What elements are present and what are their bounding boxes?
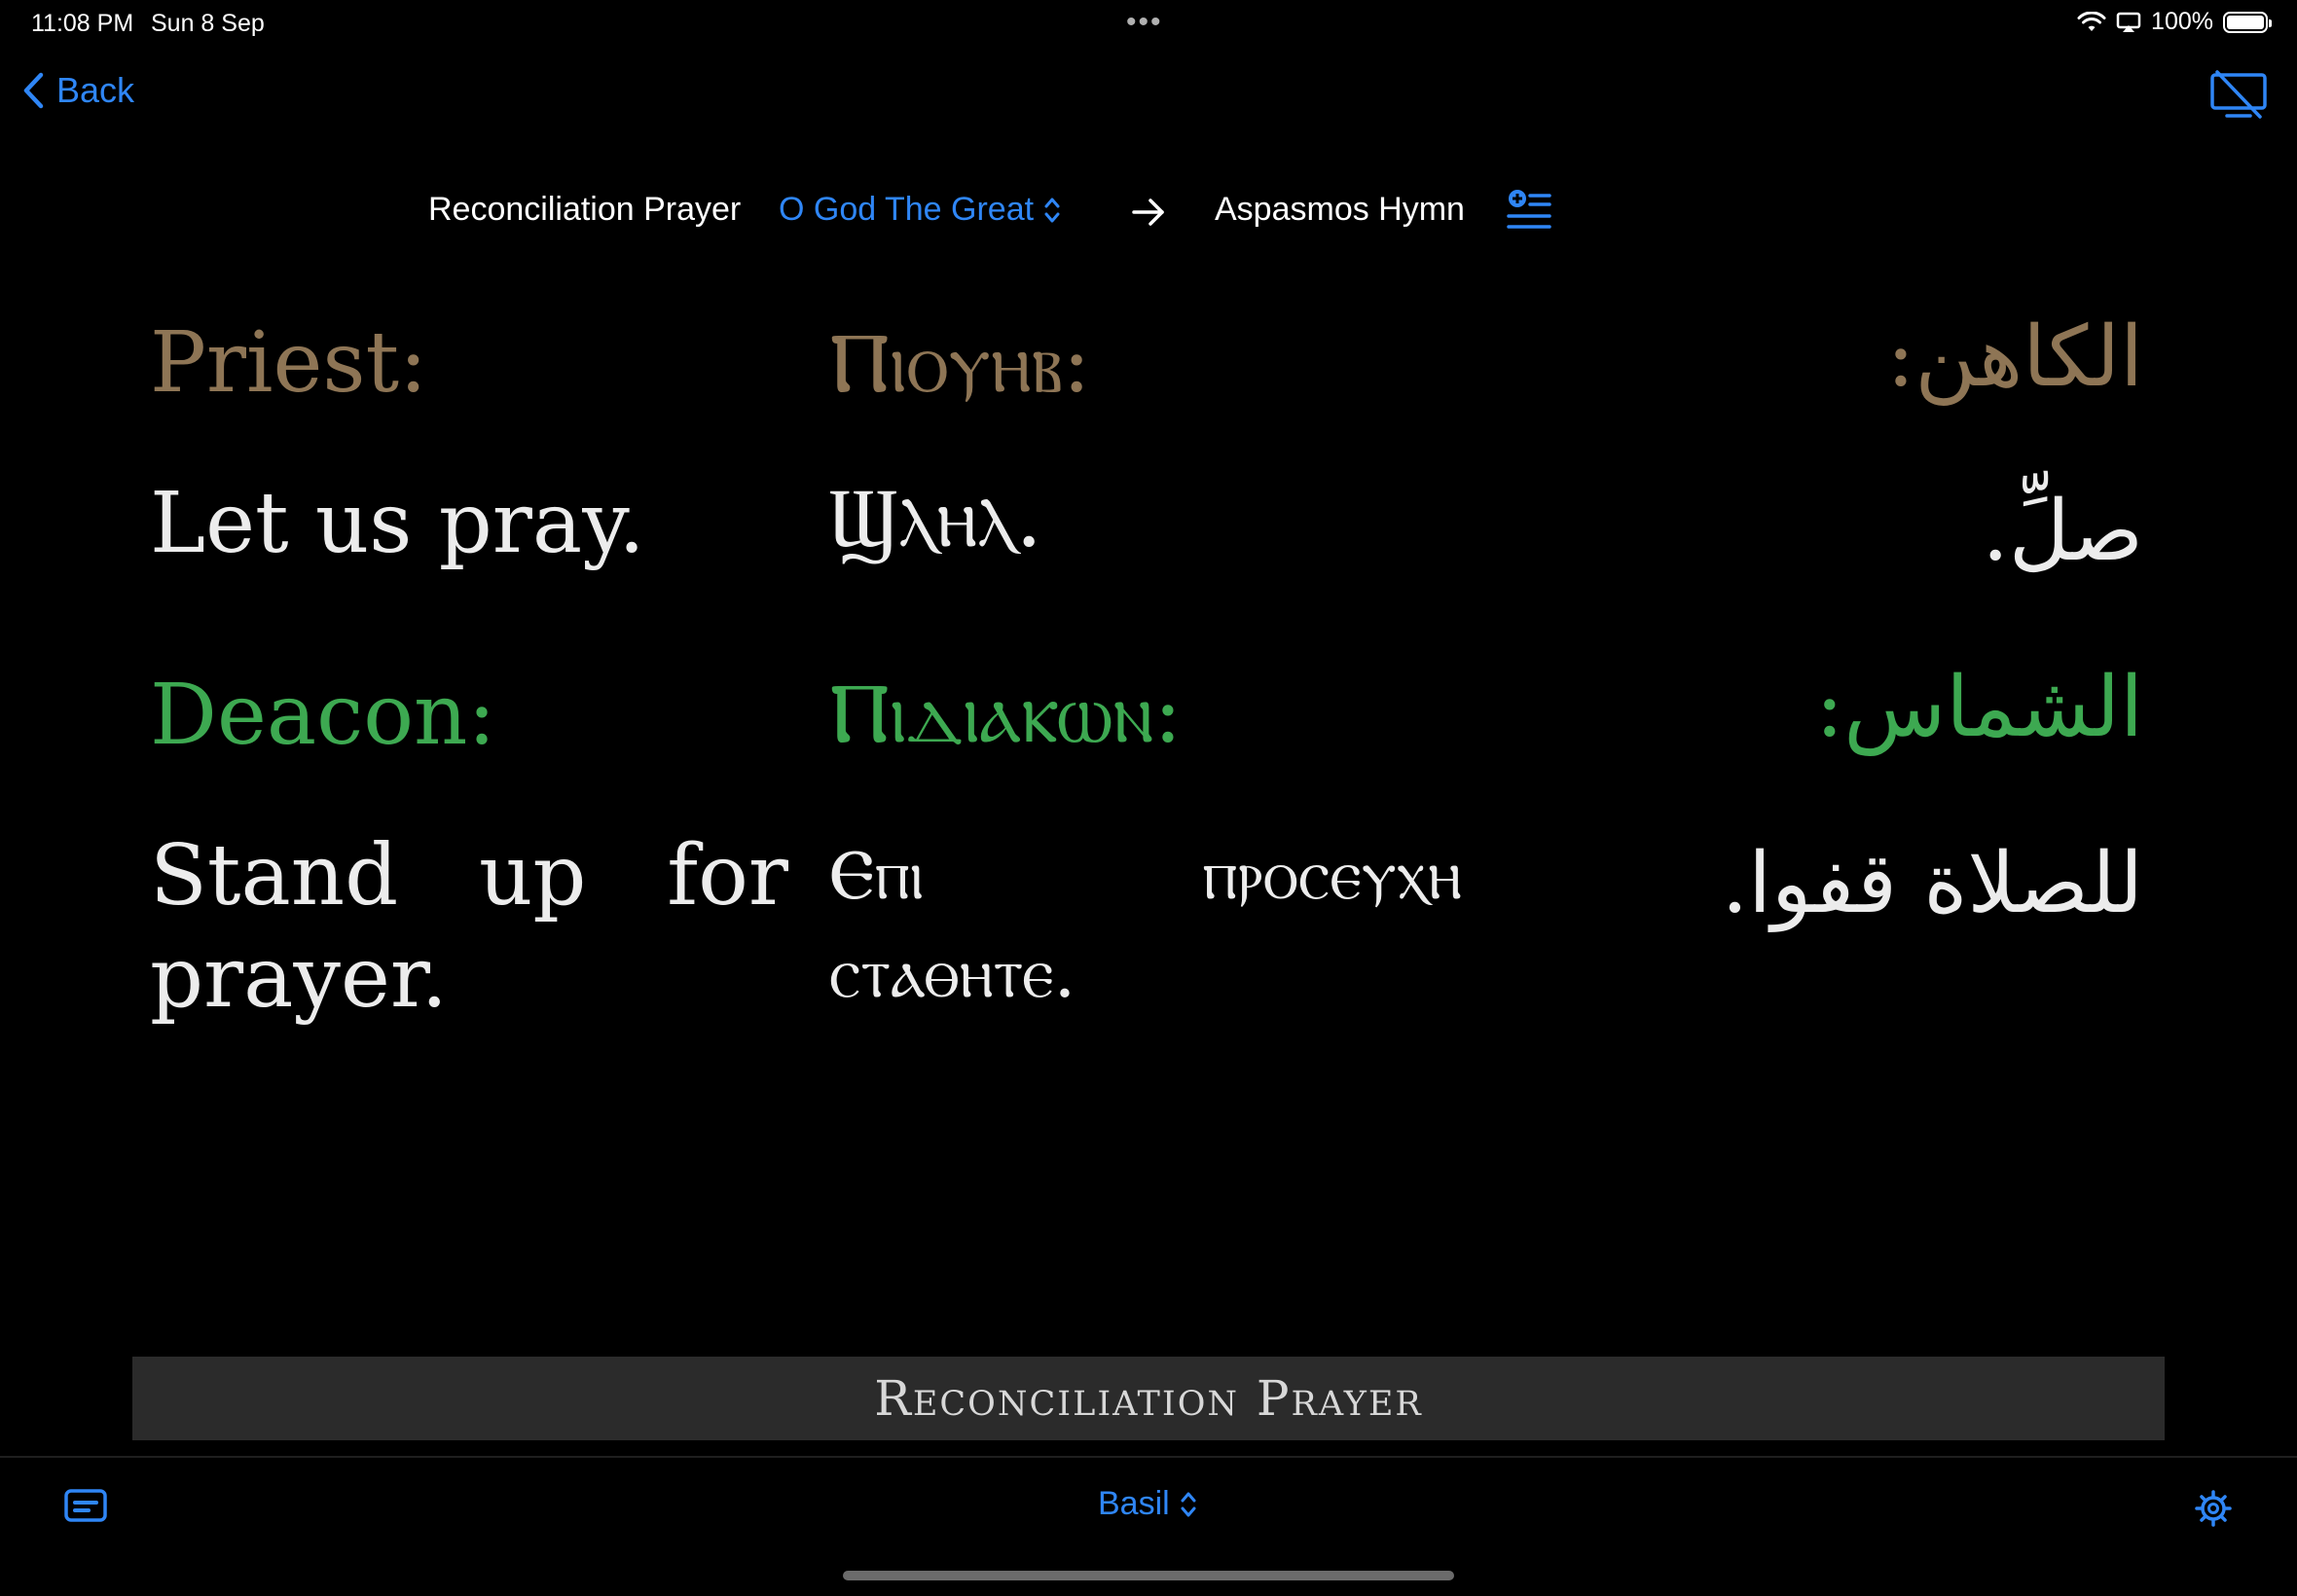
app-window: 11:08 PM Sun 8 Sep ••• 100% Back Reconci… (0, 0, 2297, 1596)
battery-percent: 100% (2151, 8, 2213, 35)
priest-coptic-block: Ⲡⲓⲟⲩⲏⲃ: (829, 317, 1468, 410)
priest-role-coptic: Ⲡⲓⲟⲩⲏⲃ: (829, 314, 1091, 412)
arrow-right-icon (1132, 199, 1164, 226)
status-time: 11:08 PM (31, 10, 134, 37)
deacon-role-arabic: الشماس: (1815, 659, 2143, 756)
section-navigation: Reconciliation Prayer O God The Great As… (0, 189, 2297, 239)
previous-section-link[interactable]: Reconciliation Prayer (428, 191, 741, 229)
battery-level (2227, 15, 2264, 29)
priest-role-arabic: الكاهن: (1886, 308, 2143, 406)
chevron-up-down-icon (1181, 1492, 1196, 1516)
multitasking-dots[interactable]: ••• (1126, 6, 1163, 39)
deacon-english-block: Deacon: (150, 670, 788, 762)
liturgy-label: Basil (1098, 1485, 1170, 1522)
priest-text-coptic: Ϣⲗⲏⲗ. (829, 469, 1042, 566)
list-add-icon[interactable] (1507, 189, 1551, 232)
deacon-coptic-verse: Ⲉⲡⲓ ⲡⲣⲟⲥⲉⲩⲭⲏ ⲥⲧⲁⲑⲏⲧⲉ. (829, 825, 1462, 1022)
gear-icon[interactable] (2194, 1489, 2233, 1528)
next-section-link[interactable]: Aspasmos Hymn (1215, 191, 1465, 229)
priest-role-english: Priest: (150, 314, 428, 412)
subtitles-icon[interactable] (64, 1489, 107, 1524)
deacon-text-coptic: Ⲉⲡⲓ ⲡⲣⲟⲥⲉⲩⲭⲏ ⲥⲧⲁⲑⲏⲧⲉ. (829, 833, 1462, 1013)
deacon-coptic-block: Ⲡⲓⲇⲓⲁⲕⲱⲛ: (829, 668, 1468, 760)
screen-mirroring-off-icon[interactable] (2209, 70, 2268, 121)
deacon-text-english: Stand up for prayer. (150, 827, 788, 1027)
priest-arabic-block: الكاهن: (1499, 311, 2143, 404)
section-title-bar: Reconciliation Prayer (132, 1357, 2165, 1440)
home-indicator[interactable] (843, 1571, 1454, 1580)
deacon-arabic-verse: للصلاة قفوا. (1499, 833, 2143, 935)
back-button[interactable]: Back (21, 70, 134, 111)
current-section-label: O God The Great (779, 191, 1035, 228)
priest-english-verse: Let us pray. (150, 473, 788, 575)
priest-text-english: Let us pray. (150, 475, 645, 572)
battery-icon (2223, 11, 2272, 33)
deacon-role-english: Deacon: (150, 667, 496, 764)
deacon-role-coptic: Ⲡⲓⲇⲓⲁⲕⲱⲛ: (829, 665, 1183, 762)
back-label: Back (56, 70, 135, 110)
screen-mirroring-status-icon (2116, 12, 2141, 32)
deacon-text-arabic: للصلاة قفوا. (1721, 835, 2143, 932)
liturgy-picker[interactable]: Basil (1098, 1485, 1197, 1523)
toolbar-divider (0, 1456, 2297, 1458)
priest-coptic-verse: Ϣⲗⲏⲗ. (829, 467, 1468, 569)
status-indicators: 100% (2077, 8, 2272, 36)
priest-text-arabic: صلِّ. (1982, 483, 2144, 580)
status-date: Sun 8 Sep (151, 10, 265, 37)
deacon-english-verse: Stand up for prayer. (150, 825, 788, 1030)
chevron-up-down-icon (1044, 198, 1060, 222)
current-section-picker[interactable]: O God The Great (779, 191, 1061, 229)
priest-arabic-verse: صلِّ. (1499, 481, 2144, 583)
priest-english-block: Priest: (150, 317, 788, 410)
chevron-left-icon (23, 72, 44, 109)
wifi-icon (2077, 11, 2106, 31)
deacon-arabic-block: الشماس: (1499, 662, 2143, 754)
